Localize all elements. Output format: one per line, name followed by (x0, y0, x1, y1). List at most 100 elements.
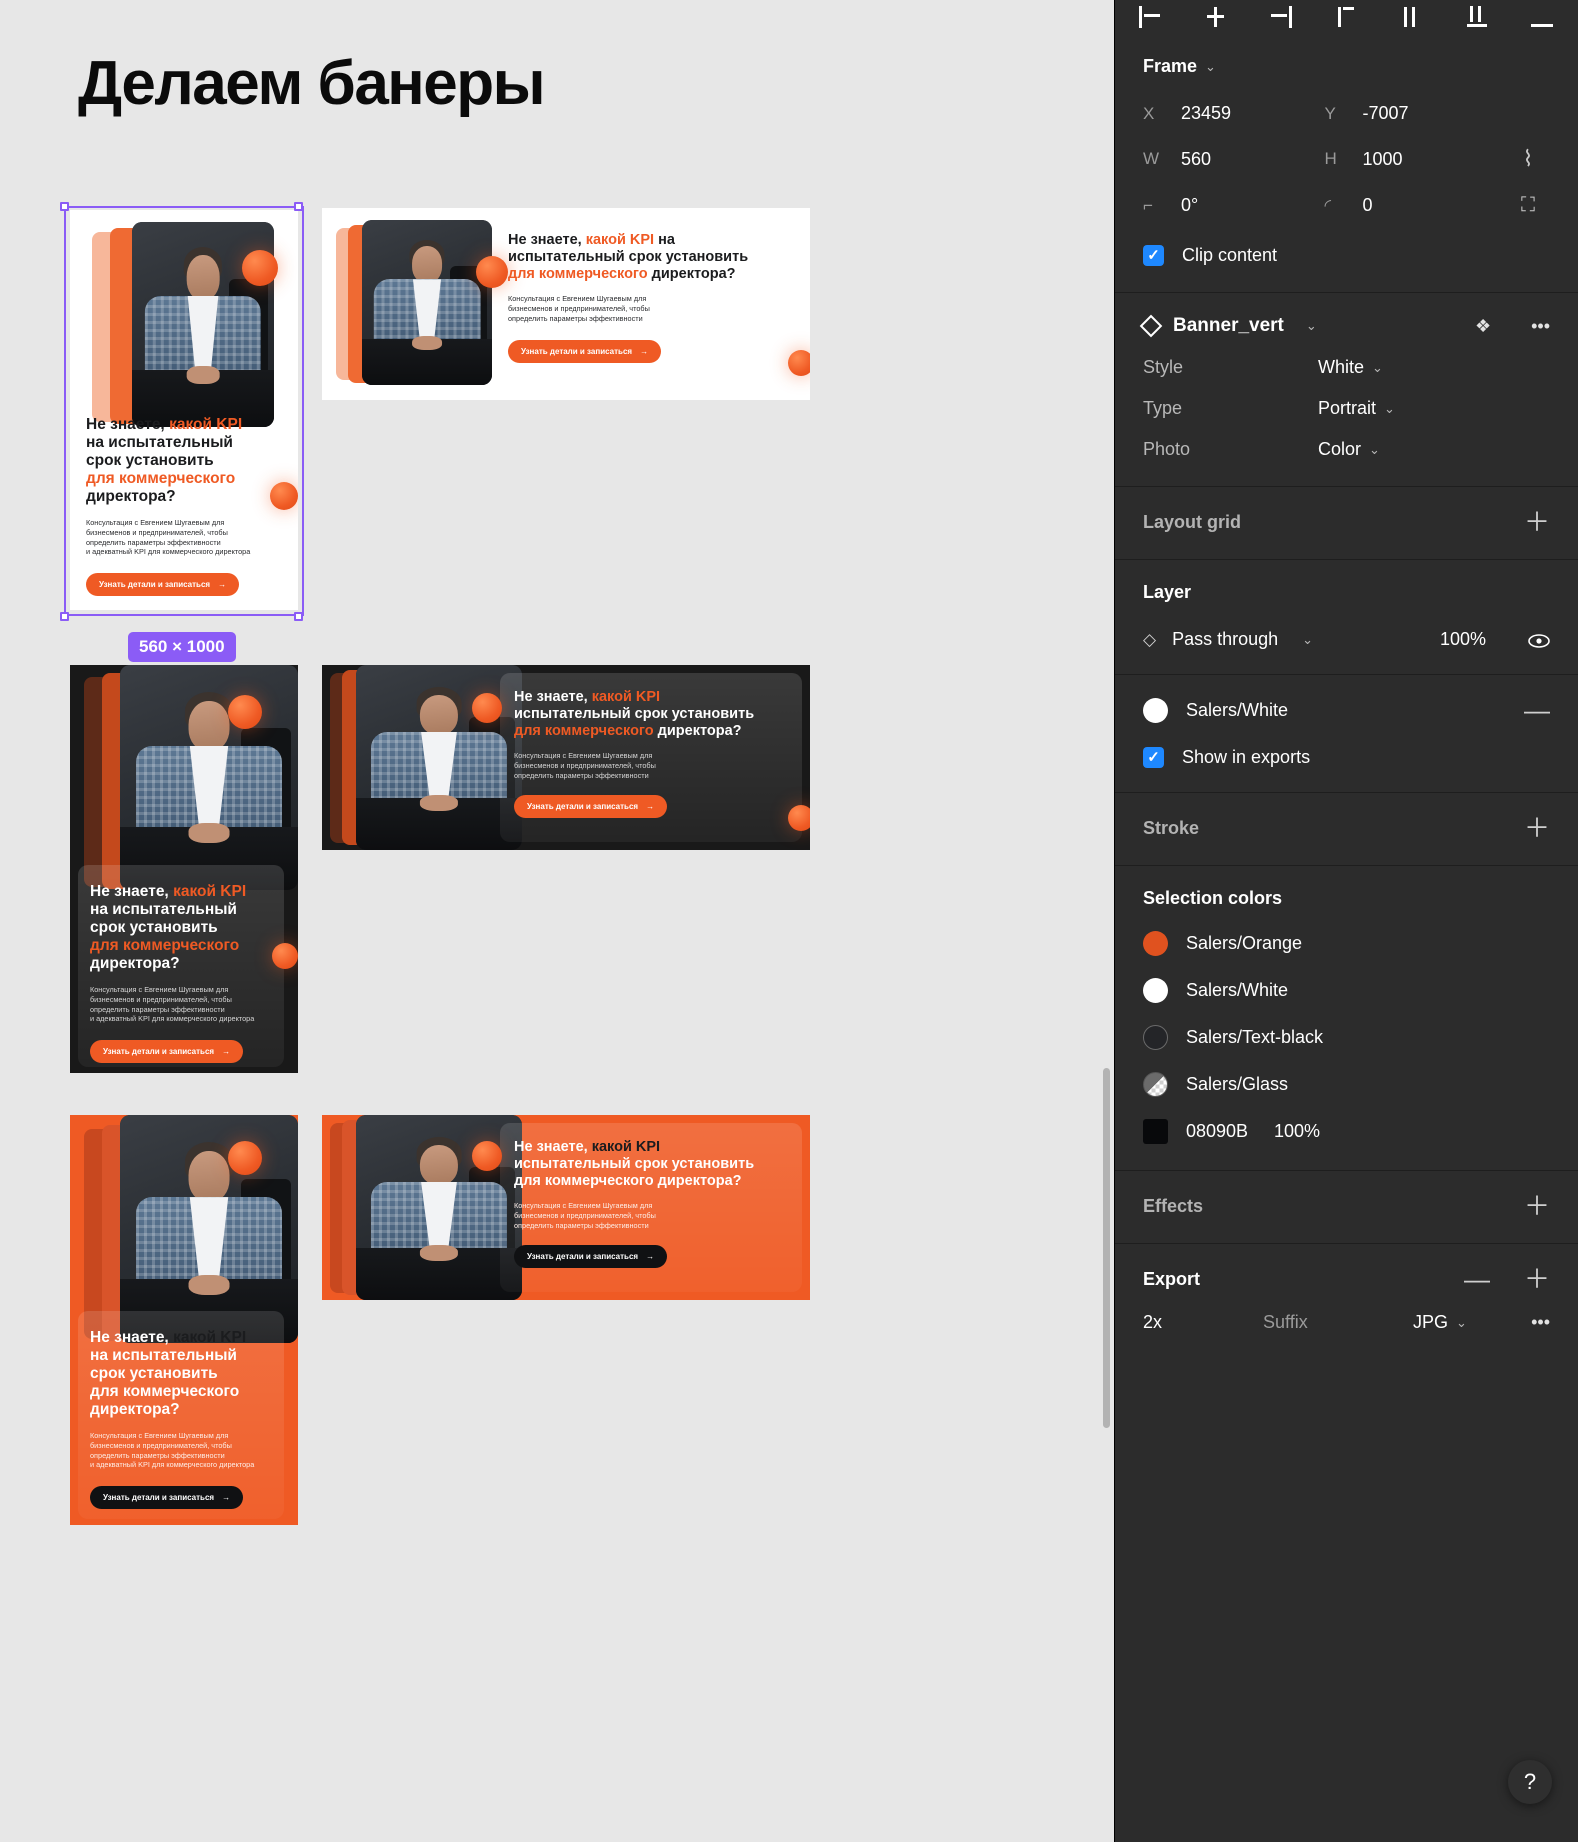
add-layout-grid-button[interactable]: ＋ (1524, 509, 1550, 535)
show-in-exports-checkbox[interactable] (1143, 747, 1164, 768)
subtext-line2: бизнесменов и предпринимателей, чтобы (90, 1440, 232, 1450)
layer-opacity-value[interactable]: 100% (1440, 629, 1486, 650)
banner-dark-horizontal[interactable]: Не знаете, какой KPI испытательный срок … (322, 665, 810, 850)
frame-header[interactable]: Frame ⌄ (1143, 56, 1550, 77)
align-right-icon[interactable] (1268, 6, 1294, 28)
fill-section: Salers/White — Show in exports (1115, 675, 1578, 793)
cta-button[interactable]: Узнать детали и записаться → (514, 1244, 668, 1268)
cta-button[interactable]: Узнать детали и записаться → (86, 573, 240, 597)
color-swatch-hex[interactable] (1143, 1119, 1168, 1144)
headline-line3: срок установить (86, 451, 214, 469)
component-prop-type[interactable]: Type Portrait ⌄ (1143, 398, 1550, 419)
h-field[interactable]: H 1000 (1325, 149, 1507, 170)
blend-mode-value: Pass through (1172, 629, 1279, 649)
cta-button[interactable]: Узнать детали и записаться → (508, 339, 662, 363)
headline-part-a: Не знаете, (514, 689, 592, 705)
selection-color-item[interactable]: Salers/Orange (1143, 931, 1550, 956)
add-export-button[interactable]: ＋ (1524, 1266, 1550, 1292)
cta-button[interactable]: Узнать детали и записаться → (90, 1040, 244, 1064)
component-prop-style[interactable]: Style White ⌄ (1143, 357, 1550, 378)
color-swatch-text-black[interactable] (1143, 1025, 1168, 1050)
component-section: Banner_vert ⌄ ❖ ••• Style White ⌄ Type P… (1115, 293, 1578, 487)
align-horizontal-center-icon[interactable] (1203, 6, 1229, 28)
cta-button[interactable]: Узнать детали и записаться → (514, 794, 668, 818)
headline-highlight: какой KPI (585, 232, 655, 248)
align-vertical-center-icon[interactable] (1399, 6, 1425, 28)
remove-export-button[interactable]: — (1464, 1266, 1490, 1292)
rotation-field[interactable]: ⌐ 0° (1143, 195, 1325, 216)
w-field[interactable]: W 560 (1143, 149, 1325, 170)
y-field[interactable]: Y -7007 (1325, 103, 1507, 124)
visibility-eye-icon[interactable] (1528, 633, 1550, 648)
align-bottom-icon[interactable] (1465, 6, 1491, 28)
fill-row[interactable]: Salers/White — (1143, 697, 1550, 723)
color-swatch-white[interactable] (1143, 978, 1168, 1003)
export-format-value[interactable]: JPG (1413, 1312, 1448, 1333)
headline-line2: на испытательный (86, 433, 233, 451)
cta-button[interactable]: Узнать детали и записаться → (90, 1486, 244, 1510)
subtext-line3: определить параметры эффективности (514, 1221, 649, 1231)
design-canvas[interactable]: Делаем банеры Не знаете, какой KPI на ис… (0, 0, 1114, 1842)
more-options-icon[interactable]: ••• (1531, 316, 1550, 337)
chevron-down-icon[interactable]: ⌄ (1384, 401, 1395, 417)
properties-panel[interactable]: Frame ⌄ X 23459 Y -7007 W 560 H 1000 ⌇ ⌐… (1114, 0, 1578, 1842)
selection-color-item[interactable]: Salers/Glass (1143, 1072, 1550, 1097)
arrow-right-icon: → (218, 580, 227, 590)
layer-blend-row[interactable]: ◇ Pass through ⌄ 100% (1143, 629, 1550, 650)
constrain-proportions-icon[interactable]: ⌇ (1506, 146, 1550, 172)
selection-handle-bl[interactable] (60, 612, 69, 621)
selection-handle-br[interactable] (294, 612, 303, 621)
headline-highlight: какой KPI (591, 689, 661, 705)
export-more-icon[interactable]: ••• (1531, 1312, 1550, 1333)
color-swatch-glass[interactable] (1143, 1072, 1168, 1097)
banner-white-vertical[interactable]: Не знаете, какой KPI на испытательный ср… (70, 210, 298, 610)
decor-dot-icon (228, 695, 262, 729)
add-effect-button[interactable]: ＋ (1524, 1193, 1550, 1219)
clip-content-row[interactable]: Clip content (1143, 245, 1550, 266)
clip-content-label: Clip content (1182, 245, 1278, 265)
x-field[interactable]: X 23459 (1143, 103, 1325, 124)
chevron-down-icon[interactable]: ⌄ (1369, 442, 1380, 458)
corner-radius-field[interactable]: ◜ 0 (1325, 195, 1507, 216)
chevron-down-icon[interactable]: ⌄ (1302, 632, 1313, 648)
align-top-icon[interactable] (1334, 6, 1360, 28)
chevron-down-icon[interactable]: ⌄ (1456, 1315, 1467, 1331)
independent-corners-icon[interactable]: ⛶ (1506, 194, 1550, 217)
selection-color-item[interactable]: Salers/White (1143, 978, 1550, 1003)
remove-fill-button[interactable]: — (1524, 697, 1550, 723)
selection-color-item[interactable]: Salers/Text-black (1143, 1025, 1550, 1050)
export-settings-row[interactable]: 2x Suffix JPG ⌄ ••• (1143, 1312, 1550, 1333)
y-value: -7007 (1362, 103, 1409, 123)
chevron-down-icon[interactable]: ⌄ (1372, 360, 1383, 376)
clip-content-checkbox[interactable] (1143, 245, 1164, 266)
add-stroke-button[interactable]: ＋ (1524, 815, 1550, 841)
canvas-scrollbar[interactable] (1103, 1068, 1110, 1428)
frame-properties: X 23459 Y -7007 W 560 H 1000 ⌇ ⌐ 0° ◜ 0 … (1143, 103, 1550, 217)
component-prop-photo[interactable]: Photo Color ⌄ (1143, 439, 1550, 460)
decor-dot-lower-icon (270, 482, 298, 510)
subtext-line1: Консультация с Евгением Шугаевым для (90, 984, 229, 994)
selection-handle-tl[interactable] (60, 202, 69, 211)
color-swatch-orange[interactable] (1143, 931, 1168, 956)
banner-orange-vertical[interactable]: Не знаете, какой KPI на испытательный ср… (70, 1115, 298, 1525)
help-button[interactable]: ? (1508, 1760, 1552, 1804)
banner-dark-vertical[interactable]: Не знаете, какой KPI на испытательный ср… (70, 665, 298, 1073)
selection-handle-tr[interactable] (294, 202, 303, 211)
banner-white-horizontal[interactable]: Не знаете, какой KPI на испытательный ср… (322, 208, 810, 400)
export-scale-value[interactable]: 2x (1143, 1312, 1263, 1333)
chevron-down-icon[interactable]: ⌄ (1306, 318, 1317, 334)
component-header[interactable]: Banner_vert ⌄ ❖ ••• (1139, 314, 1550, 338)
swap-instance-icon[interactable]: ❖ (1475, 316, 1491, 337)
alignment-toolbar[interactable] (1115, 0, 1578, 34)
show-in-exports-row[interactable]: Show in exports (1143, 747, 1550, 768)
fill-swatch[interactable] (1143, 697, 1168, 723)
rotation-value: 0° (1181, 195, 1199, 215)
headline-line2: испытательный срок установить (514, 1155, 755, 1172)
chevron-down-icon[interactable]: ⌄ (1205, 59, 1216, 75)
banner-orange-horizontal[interactable]: Не знаете, какой KPI испытательный срок … (322, 1115, 810, 1300)
export-suffix-placeholder[interactable]: Suffix (1263, 1312, 1413, 1333)
distribute-icon[interactable] (1530, 6, 1556, 28)
selection-color-item[interactable]: 08090B 100% (1143, 1119, 1550, 1144)
align-left-icon[interactable] (1137, 6, 1163, 28)
export-title: Export (1143, 1268, 1201, 1289)
